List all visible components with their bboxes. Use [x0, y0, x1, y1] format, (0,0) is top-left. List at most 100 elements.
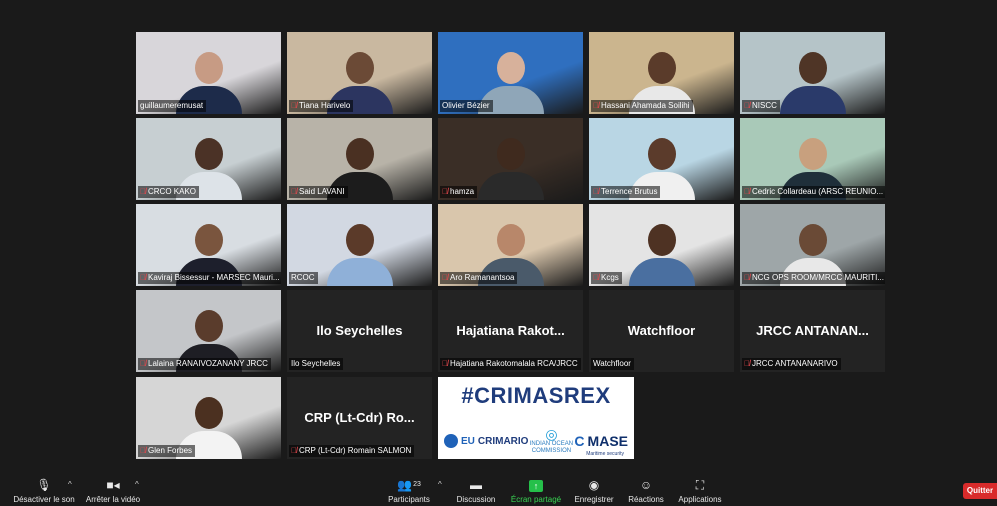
muted-mic-icon: 🎙̸	[140, 359, 146, 368]
participant-tile[interactable]: Watchfloor Watchfloor	[589, 290, 734, 372]
participant-name: Hajatiana Rakotomalala RCA/JRCC	[450, 359, 578, 368]
participants-icon: 👥	[397, 478, 413, 492]
chat-button[interactable]: ▬ Discussion	[454, 477, 498, 504]
participant-tile[interactable]: 🎙̸ Said LAVANI	[287, 118, 432, 200]
participant-tile[interactable]: 🎙̸ Glen Forbes	[136, 377, 281, 459]
muted-mic-icon: 🎙̸	[442, 273, 448, 282]
record-icon: ◉	[588, 478, 600, 492]
participant-tile[interactable]: Hajatiana Rakot... 🎙̸ Hajatiana Rakotomala…	[438, 290, 583, 372]
quit-meeting-button[interactable]: Quitter	[963, 483, 997, 499]
participant-tile[interactable]: 🎙̸ Tiana Harivelo	[287, 32, 432, 114]
apps-icon: ⛶	[695, 478, 705, 492]
mase-logo: C MASE	[574, 433, 628, 449]
participant-tile[interactable]: 🎙̸ NISCC	[740, 32, 885, 114]
participant-tile[interactable]: 🎙̸ Terrence Brutus	[589, 118, 734, 200]
shared-screen-tile[interactable]: #CRIMASREX EU CRIMARIO ◎ INDIAN OCEAN COMMIS…	[438, 377, 634, 459]
mute-button[interactable]: 🎙 Désactiver le son	[12, 477, 76, 504]
participant-name-label: Ilo Seychelles	[289, 358, 344, 370]
participant-tile[interactable]: RCOC	[287, 204, 432, 286]
participant-name: guillaumeremusat	[140, 101, 204, 110]
record-button[interactable]: ◉ Enregistrer	[570, 477, 618, 504]
video-options-chevron-icon[interactable]: ^	[135, 480, 139, 489]
participant-silhouette	[627, 216, 697, 286]
muted-mic-icon: 🎙̸	[744, 101, 750, 110]
muted-mic-icon: 🎙̸	[140, 446, 146, 455]
participant-display-name: JRCC ANTANAN...	[756, 323, 869, 338]
participant-name: CRP (Lt-Cdr) Romain SALMON	[299, 446, 412, 455]
muted-mic-icon: 🎙̸	[140, 187, 146, 196]
participant-silhouette	[778, 44, 848, 114]
muted-mic-icon: 🎙̸	[291, 187, 297, 196]
mute-label: Désactiver le son	[13, 495, 75, 504]
participant-tile[interactable]: 🎙̸ NCG OPS ROOM/MRCC MAURITI...	[740, 204, 885, 286]
share-screen-button[interactable]: ↑ Écran partagé	[508, 477, 564, 504]
participant-name-label: 🎙̸ Hassani Ahamada Soilihi	[591, 100, 693, 112]
swirl-icon: ◎	[545, 426, 558, 442]
smiley-icon: ☺	[639, 478, 653, 492]
audio-options-chevron-icon[interactable]: ^	[68, 480, 72, 489]
muted-mic-icon: 🎙̸	[593, 273, 599, 282]
participant-name-label: Watchfloor	[591, 358, 634, 370]
participant-display-name: Watchfloor	[627, 323, 696, 338]
muted-mic-icon: 🎙̸	[140, 273, 146, 282]
microphone-icon: 🎙	[36, 478, 52, 492]
participant-name-label: RCOC	[289, 272, 318, 284]
participant-tile[interactable]: 🎙̸ CRCO KAKO	[136, 118, 281, 200]
participant-silhouette	[476, 130, 546, 200]
participant-name: Kaviraj Bissessur - MARSEC Mauri...	[148, 273, 280, 282]
participant-name: Watchfloor	[593, 359, 631, 368]
mase-c-icon: C	[574, 433, 585, 449]
crimario-logo: EU CRIMARIO	[444, 434, 528, 448]
globe-icon	[444, 434, 458, 448]
participant-name: Terrence Brutus	[601, 187, 658, 196]
share-screen-label: Écran partagé	[510, 495, 562, 504]
participant-name: Cedric Collardeau (ARSC REUNIO...	[752, 187, 884, 196]
participant-tile[interactable]: guillaumeremusat	[136, 32, 281, 114]
participant-name-label: 🎙̸ Glen Forbes	[138, 445, 196, 457]
participant-name: Lalaina RANAIVOZANANY JRCC	[148, 359, 268, 368]
participant-name: NISCC	[752, 101, 777, 110]
muted-mic-icon: 🎙̸	[291, 446, 297, 455]
participant-name: CRCO KAKO	[148, 187, 197, 196]
participant-display-name: Hajatiana Rakot...	[456, 323, 565, 338]
participant-tile[interactable]: 🎙̸ Hassani Ahamada Soilihi	[589, 32, 734, 114]
shared-hashtag: #CRIMASREX	[461, 383, 611, 408]
participants-button[interactable]: 👥23 Participants	[384, 477, 434, 504]
apps-button[interactable]: ⛶ Applications	[676, 477, 724, 504]
participant-tile[interactable]: 🎙̸ Kaviraj Bissessur - MARSEC Mauri...	[136, 204, 281, 286]
participant-tile[interactable]: Ilo Seychelles Ilo Seychelles	[287, 290, 432, 372]
participant-name: Said LAVANI	[299, 187, 345, 196]
muted-mic-icon: 🎙̸	[744, 359, 750, 368]
participant-tile[interactable]: 🎙̸ Aro Ramanantsoa	[438, 204, 583, 286]
participant-display-name: Ilo Seychelles	[316, 323, 403, 338]
video-gallery: guillaumeremusat 🎙̸ Tiana Harivelo Olivier …	[0, 0, 997, 474]
muted-mic-icon: 🎙̸	[291, 101, 297, 110]
muted-mic-icon: 🎙̸	[744, 273, 750, 282]
participant-tile[interactable]: 🎙̸ hamza	[438, 118, 583, 200]
muted-mic-icon: 🎙̸	[593, 101, 599, 110]
participant-name: Ilo Seychelles	[291, 359, 341, 368]
participant-name-label: 🎙̸ NCG OPS ROOM/MRCC MAURITI...	[742, 272, 885, 284]
mase-subtitle: Maritime security	[586, 451, 624, 457]
participant-name-label: 🎙̸ Tiana Harivelo	[289, 100, 354, 112]
participant-tile[interactable]: Olivier Bézier	[438, 32, 583, 114]
participant-name-label: 🎙̸ Cedric Collardeau (ARSC REUNIO...	[742, 186, 885, 198]
shared-logos: EU CRIMARIO ◎ INDIAN OCEAN COMMISSION C MASE	[444, 426, 628, 454]
participant-tile[interactable]: 🎙̸ Cedric Collardeau (ARSC REUNIO...	[740, 118, 885, 200]
participant-tile[interactable]: 🎙̸ Kcgs	[589, 204, 734, 286]
participant-name-label: 🎙̸ hamza	[440, 186, 478, 198]
participants-options-chevron-icon[interactable]: ^	[438, 480, 442, 489]
participant-name-label: guillaumeremusat	[138, 100, 207, 112]
participant-tile[interactable]: CRP (Lt-Cdr) Ro... 🎙̸ CRP (Lt-Cdr) Romain …	[287, 377, 432, 459]
participant-tile[interactable]: JRCC ANTANAN... 🎙̸ JRCC ANTANANARIVO	[740, 290, 885, 372]
participant-name-label: 🎙̸ Lalaina RANAIVOZANANY JRCC	[138, 358, 271, 370]
participant-silhouette	[325, 216, 395, 286]
apps-label: Applications	[678, 495, 722, 504]
participant-name: Aro Ramanantsoa	[450, 273, 515, 282]
participant-name: Tiana Harivelo	[299, 101, 351, 110]
participant-name-label: 🎙̸ CRCO KAKO	[138, 186, 200, 198]
participant-name-label: 🎙̸ JRCC ANTANANARIVO	[742, 358, 841, 370]
participant-tile[interactable]: 🎙̸ Lalaina RANAIVOZANANY JRCC	[136, 290, 281, 372]
reactions-label: Réactions	[628, 495, 664, 504]
reactions-button[interactable]: ☺ Réactions	[624, 477, 668, 504]
